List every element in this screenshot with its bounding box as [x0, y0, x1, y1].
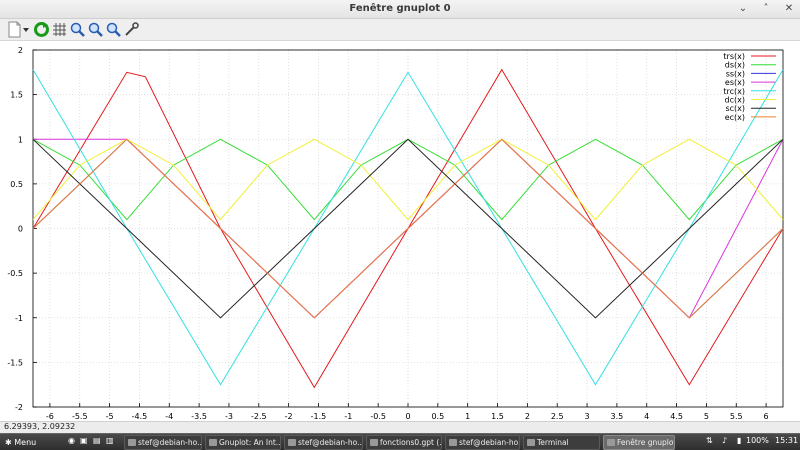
- dropdown-arrow-icon[interactable]: [22, 21, 30, 38]
- plot-chart[interactable]: -6 -5.5 -5 -4.5 -4 -3.5 -3 -2.5 -2 -1.5 -1 -0.5 0 0.5…: [0, 41, 800, 421]
- legend-label: sc(x): [725, 104, 745, 113]
- x-tick-label: 3: [585, 412, 590, 421]
- series-line: [32, 138, 784, 319]
- x-tick-label: 1: [465, 412, 470, 421]
- taskbar-window-label: Gnuplot: An Int...: [219, 438, 281, 447]
- window-app-icon: [449, 439, 457, 446]
- x-tick-label: 2.5: [551, 412, 564, 421]
- browser-launcher-icon[interactable]: ◉: [68, 436, 75, 445]
- taskbar-window-button[interactable]: stef@debian-ho...: [284, 435, 363, 450]
- zoom-in-icon[interactable]: [69, 21, 86, 38]
- taskbar-window-label: stef@debian-ho...: [459, 438, 520, 447]
- x-tick-label: -3.5: [191, 412, 207, 421]
- window-app-icon: [209, 439, 217, 446]
- terminal-launcher-icon[interactable]: ▣: [80, 436, 88, 445]
- y-tick-label: 2: [18, 46, 23, 55]
- x-tick-label: -2.5: [251, 412, 267, 421]
- gnuplot-window: Fenêtre gnuplot 0 ⌄ ˄ ✕ -6 -5.5 -5 -4.5 …: [0, 0, 800, 433]
- menu-button[interactable]: ✱ Menu: [2, 435, 39, 450]
- new-doc-icon[interactable]: [6, 21, 23, 38]
- y-tick-label: 0: [18, 225, 23, 234]
- close-button[interactable]: ✕: [782, 2, 796, 16]
- window-app-icon: [370, 439, 378, 446]
- y-tick-label: -0.5: [7, 269, 23, 278]
- title-bar[interactable]: Fenêtre gnuplot 0 ⌄ ˄ ✕: [0, 0, 800, 19]
- x-tick-label: -3: [225, 412, 233, 421]
- taskbar-window-label: stef@debian-ho...: [298, 438, 363, 447]
- plot-area[interactable]: -6 -5.5 -5 -4.5 -4 -3.5 -3 -2.5 -2 -1.5 -1 -0.5 0 0.5…: [0, 41, 800, 421]
- mouse-coordinates: 6.29393, 2.09232: [4, 422, 76, 431]
- legend-label: ds(x): [725, 61, 745, 70]
- menu-label: Menu: [14, 438, 37, 447]
- x-tick-label: 5.5: [730, 412, 743, 421]
- x-tick-label: 2: [525, 412, 530, 421]
- taskbar-window-label: fonctions0.gpt (...: [380, 438, 442, 447]
- x-tick-label: 0.5: [431, 412, 444, 421]
- taskbar-window-button[interactable]: Terminal: [523, 435, 600, 450]
- zoom-out-icon[interactable]: [87, 21, 104, 38]
- window-app-icon: [607, 439, 615, 446]
- minimize-button[interactable]: ⌄: [736, 2, 750, 16]
- battery-level: 100%: [746, 436, 769, 445]
- y-tick-label: -1.5: [7, 358, 23, 367]
- taskbar-window-button[interactable]: stef@debian-ho...: [445, 435, 520, 450]
- window-app-icon: [288, 439, 296, 446]
- replot-icon[interactable]: [33, 21, 50, 38]
- y-tick-label: 1: [18, 135, 23, 144]
- taskbar: ✱ Menu ◉ ▣ ▤ ▥ stef@debian-ho... Gnuplot:…: [0, 433, 800, 450]
- taskbar-window-button[interactable]: Fenêtre gnuplot 0: [603, 435, 675, 450]
- x-tick-label: -1.5: [311, 412, 327, 421]
- y-tick-label: -2: [15, 403, 23, 412]
- y-tick-label: 1.5: [10, 91, 23, 100]
- x-tick-label: -5.5: [72, 412, 88, 421]
- files-launcher-icon[interactable]: ▤: [93, 436, 101, 445]
- battery-icon[interactable]: ▮: [737, 436, 741, 445]
- taskbar-window-label: Fenêtre gnuplot 0: [617, 438, 675, 447]
- x-tick-label: -0.5: [370, 412, 386, 421]
- network-icon[interactable]: ⇅: [706, 436, 713, 445]
- status-bar: 6.29393, 2.09232: [0, 421, 800, 433]
- x-tick-label: 6: [764, 412, 769, 421]
- legend-label: trc(x): [723, 87, 745, 96]
- x-tick-label: 1.5: [491, 412, 504, 421]
- toolbar: [0, 19, 800, 41]
- settings-icon[interactable]: [123, 21, 140, 38]
- window-app-icon: [527, 439, 535, 446]
- volume-icon[interactable]: ♪: [722, 436, 727, 445]
- editor-launcher-icon[interactable]: ▥: [106, 436, 114, 445]
- taskbar-window-button[interactable]: Gnuplot: An Int...: [205, 435, 281, 450]
- x-tick-label: -4.5: [132, 412, 148, 421]
- x-tick-label: -5: [106, 412, 114, 421]
- x-tick-label: 4.5: [670, 412, 683, 421]
- window-app-icon: [128, 439, 136, 446]
- y-tick-label: -1: [15, 314, 23, 323]
- legend-label: trs(x): [723, 52, 745, 61]
- x-tick-label: -1: [344, 412, 352, 421]
- taskbar-window-label: stef@debian-ho...: [138, 438, 202, 447]
- grid-icon[interactable]: [51, 21, 68, 38]
- taskbar-window-label: Terminal: [537, 438, 569, 447]
- x-tick-label: -6: [46, 412, 54, 421]
- y-tick-label: 0.5: [10, 180, 23, 189]
- legend-label: ec(x): [725, 113, 745, 122]
- menu-icon: ✱: [5, 438, 15, 447]
- taskbar-window-button[interactable]: stef@debian-ho...: [124, 435, 202, 450]
- x-tick-label: 4: [644, 412, 649, 421]
- window-title: Fenêtre gnuplot 0: [349, 3, 451, 14]
- clock[interactable]: 15:31: [775, 436, 798, 445]
- autoscale-icon[interactable]: [105, 21, 122, 38]
- x-tick-label: 5: [704, 412, 709, 421]
- x-tick-label: -4: [165, 412, 173, 421]
- x-tick-label: 0: [405, 412, 410, 421]
- x-tick-label: 3.5: [611, 412, 624, 421]
- legend-label: es(x): [725, 78, 745, 87]
- taskbar-window-button[interactable]: fonctions0.gpt (...: [366, 435, 442, 450]
- legend-label: dc(x): [725, 96, 745, 105]
- x-tick-label: -2: [285, 412, 293, 421]
- legend-label: ss(x): [726, 69, 745, 78]
- maximize-button[interactable]: ˄: [759, 2, 773, 16]
